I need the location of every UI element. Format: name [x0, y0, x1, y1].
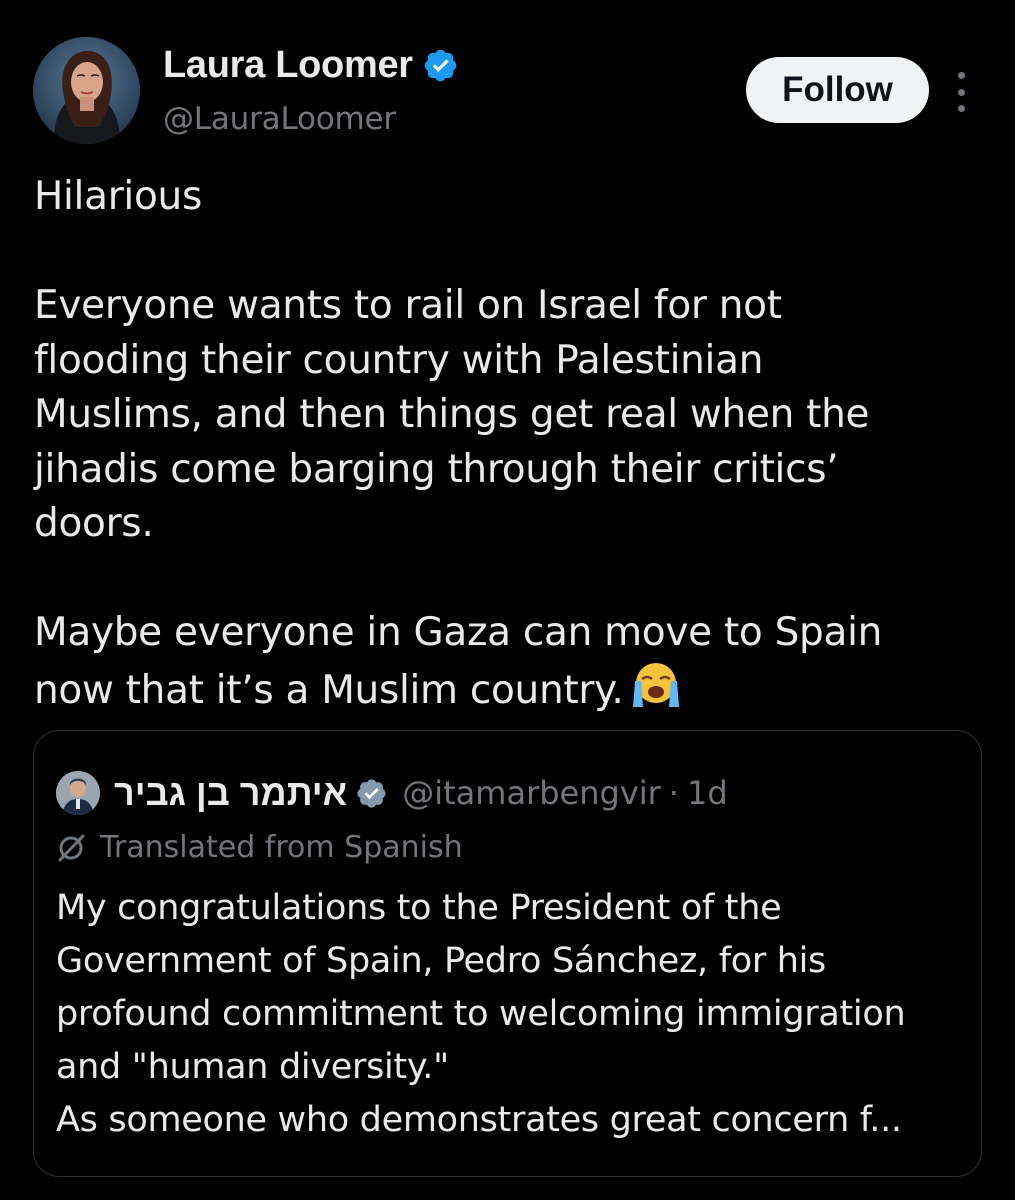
- translated-label-row: Translated from Spanish: [56, 830, 463, 865]
- author-handle[interactable]: @LauraLoomer: [163, 101, 396, 137]
- quoted-verified-icon[interactable]: [355, 777, 388, 810]
- quoted-handle[interactable]: @itamarbengvir: [402, 774, 661, 812]
- tweet-paragraph-2: Everyone wants to rail on Israel for not…: [34, 283, 870, 546]
- tweet-paragraph-3: Maybe everyone in Gaza can move to Spain…: [34, 606, 974, 718]
- more-options-icon[interactable]: [950, 72, 972, 112]
- quoted-tweet-header: איתמר בן גביר @itamarbengvir · 1d: [56, 770, 728, 816]
- quoted-text-body: My congratulations to the President of t…: [56, 888, 906, 1140]
- quoted-avatar[interactable]: [56, 771, 100, 815]
- quoted-separator: ·: [668, 774, 679, 812]
- quoted-avatar-image: [56, 771, 100, 815]
- verified-badge-icon[interactable]: [422, 47, 459, 84]
- translated-label: Translated from Spanish: [100, 830, 463, 865]
- tweet-text: Hilarious Everyone wants to rail on Isra…: [34, 170, 974, 718]
- quoted-tweet[interactable]: איתמר בן גביר @itamarbengvir · 1d Transl…: [33, 730, 982, 1177]
- quoted-timestamp[interactable]: 1d: [687, 774, 728, 812]
- quoted-tweet-text: My congratulations to the President of t…: [56, 882, 966, 1147]
- avatar-image: [33, 37, 140, 144]
- author-name-row[interactable]: Laura Loomer: [163, 44, 459, 87]
- avatar[interactable]: [33, 37, 140, 144]
- follow-button[interactable]: Follow: [746, 57, 929, 123]
- loudly-crying-face-emoji: [633, 662, 680, 707]
- translate-icon: [58, 834, 85, 861]
- quoted-display-name[interactable]: איתמר בן גביר: [114, 772, 347, 814]
- tweet-paragraph-3-text: Maybe everyone in Gaza can move to Spain…: [34, 610, 883, 713]
- author-display-name[interactable]: Laura Loomer: [163, 44, 413, 87]
- tweet-paragraph-1: Hilarious: [34, 174, 202, 219]
